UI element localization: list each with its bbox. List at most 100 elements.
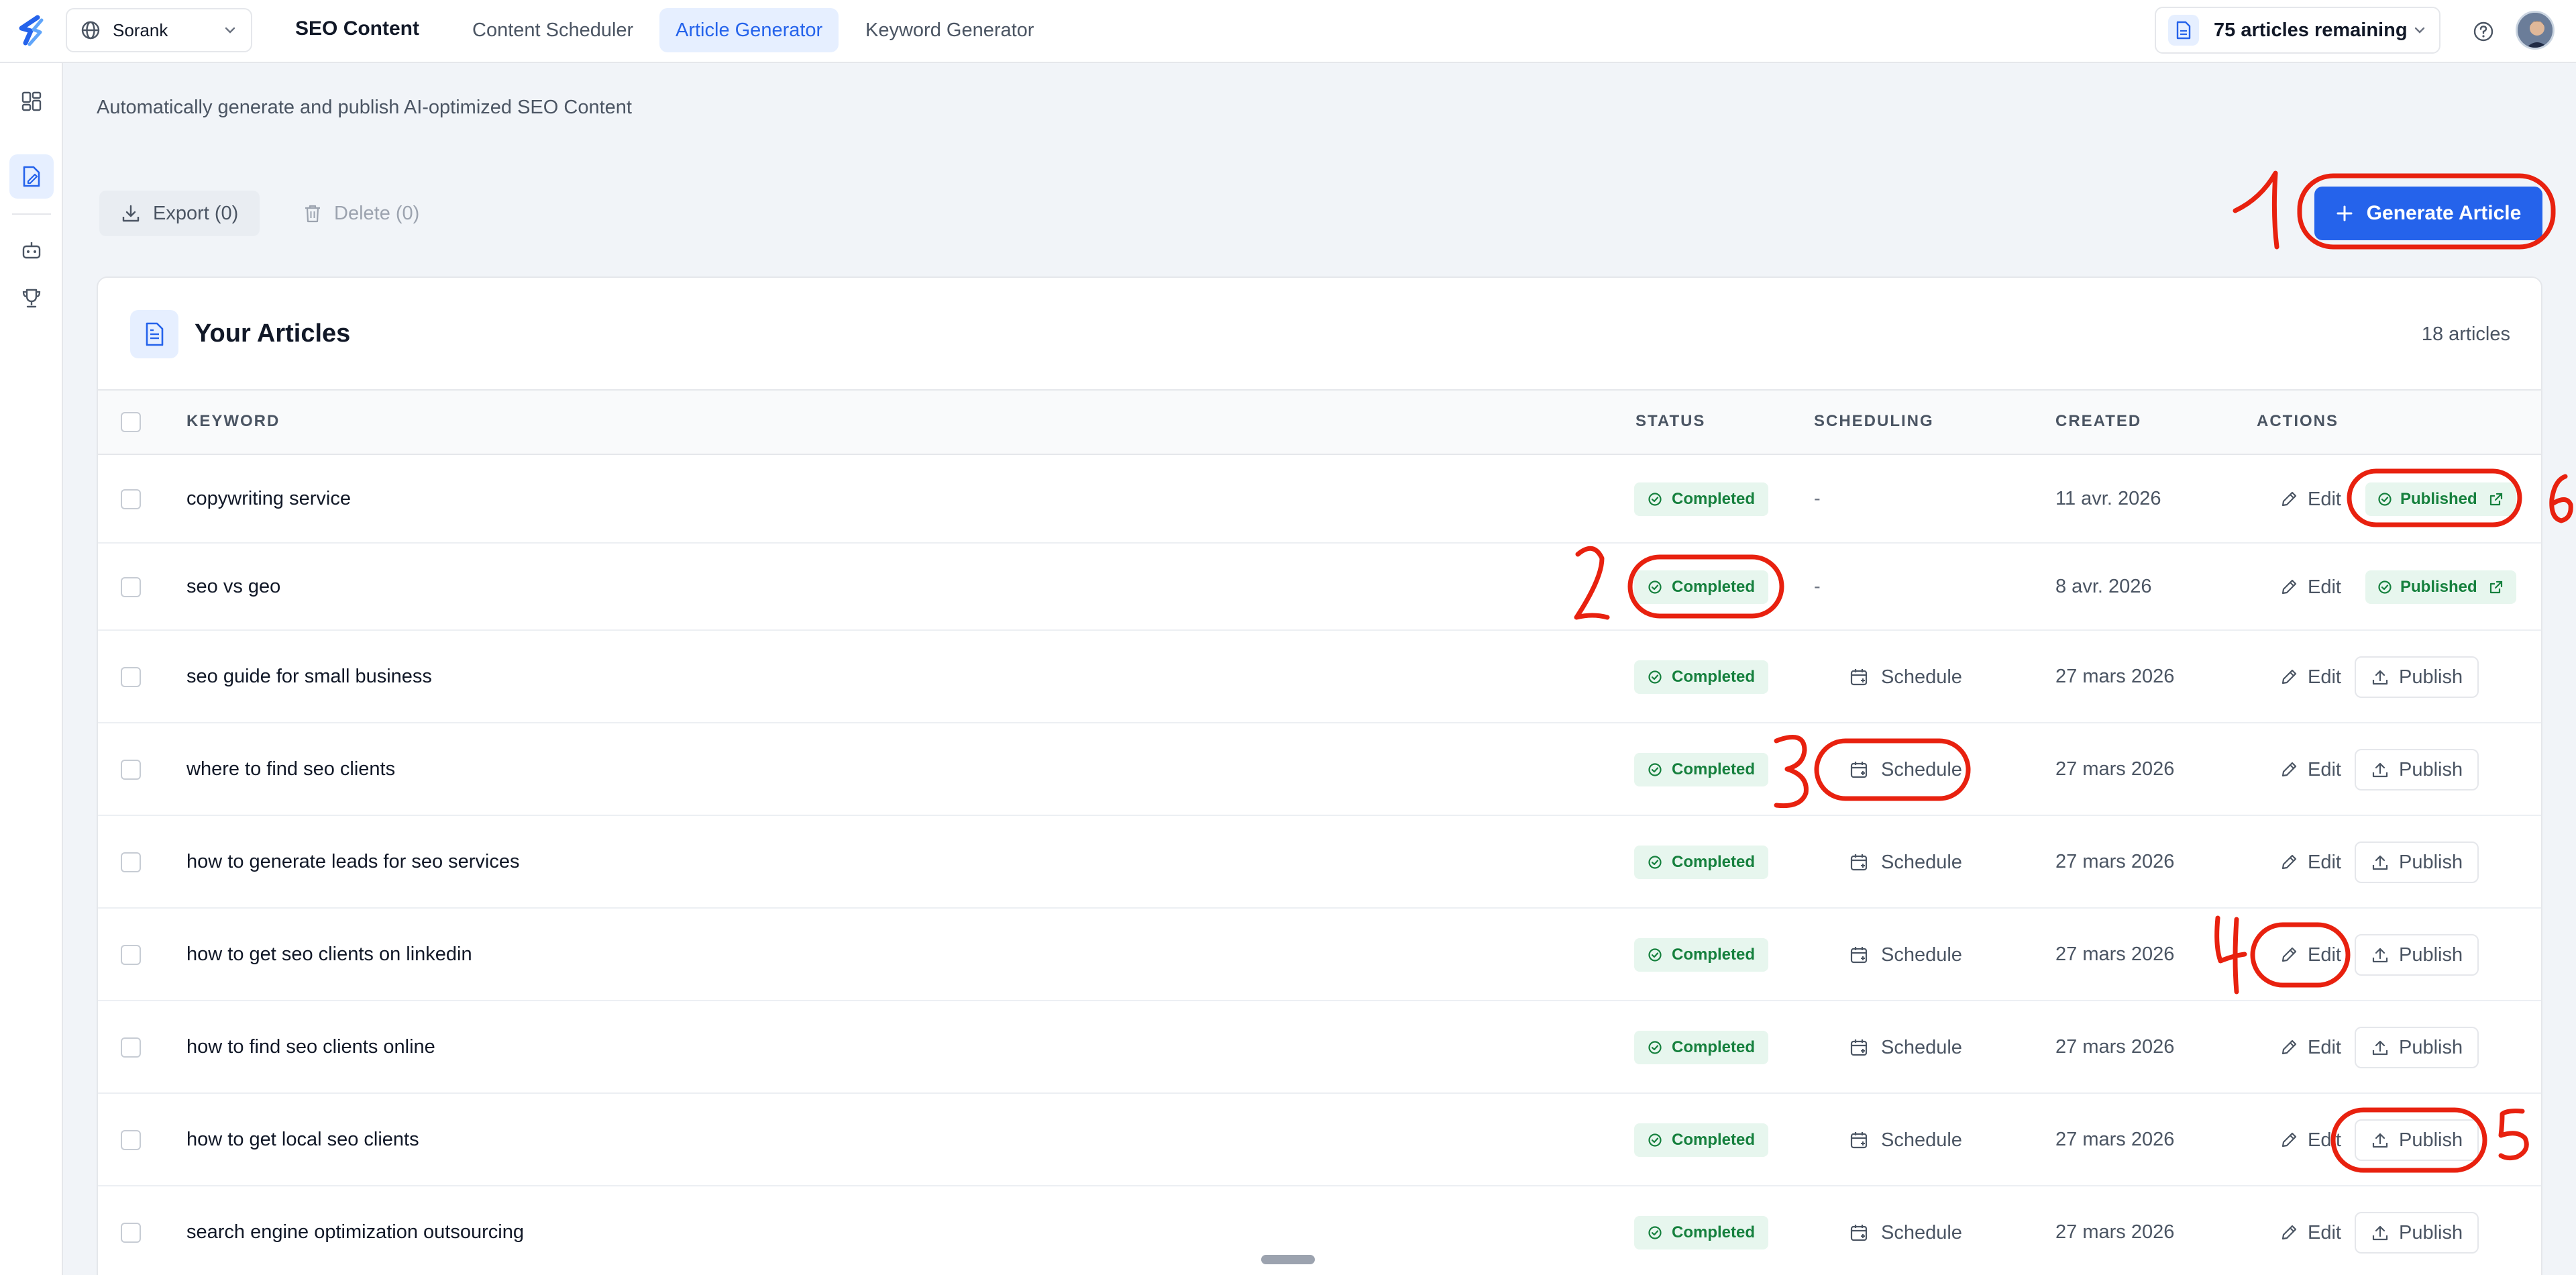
row-keyword[interactable]: how to generate leads for seo services	[186, 851, 520, 873]
edit-button[interactable]: Edit	[2269, 1120, 2352, 1160]
help-icon[interactable]	[2472, 20, 2495, 43]
rail-dashboard[interactable]	[9, 79, 54, 123]
row-checkbox[interactable]	[121, 1130, 141, 1150]
upload-icon	[2372, 1040, 2388, 1056]
calendar-icon	[1850, 854, 1868, 871]
publish-label: Publish	[2399, 1129, 2463, 1151]
select-all-checkbox[interactable]	[121, 412, 141, 432]
table-row[interactable]: search engine optimization outsourcing Co…	[98, 1186, 2541, 1275]
pencil-icon	[2282, 1225, 2297, 1240]
publish-button[interactable]: Publish	[2355, 934, 2479, 976]
credits-dropdown[interactable]: 75 articles remaining	[2155, 7, 2440, 54]
tab-content-scheduler[interactable]: Content Scheduler	[456, 8, 649, 52]
published-badge[interactable]: Published	[2365, 482, 2516, 516]
publish-button[interactable]: Publish	[2355, 749, 2479, 790]
row-checkbox[interactable]	[121, 577, 141, 597]
row-keyword[interactable]: seo guide for small business	[186, 666, 432, 688]
tab-article-generator[interactable]: Article Generator	[659, 8, 839, 52]
row-keyword[interactable]: how to get local seo clients	[186, 1129, 419, 1151]
delete-button[interactable]: Delete (0)	[282, 191, 441, 236]
schedule-label: Schedule	[1881, 1221, 1962, 1243]
status-badge: Completed	[1634, 1123, 1769, 1157]
edit-label: Edit	[2308, 1036, 2341, 1058]
rail-bots[interactable]	[9, 228, 54, 272]
schedule-button[interactable]: Schedule	[1835, 750, 1976, 790]
edit-label: Edit	[2308, 488, 2341, 510]
table-row[interactable]: how to get seo clients on linkedin Comple…	[98, 909, 2541, 1001]
status-badge: Completed	[1634, 938, 1769, 972]
calendar-icon	[1850, 669, 1868, 686]
edit-label: Edit	[2308, 944, 2341, 966]
table-row[interactable]: how to generate leads for seo services Co…	[98, 816, 2541, 909]
edit-label: Edit	[2308, 758, 2341, 780]
publish-button[interactable]: Publish	[2355, 1212, 2479, 1254]
site-selector[interactable]: Sorank	[66, 8, 252, 52]
publish-button[interactable]: Publish	[2355, 1027, 2479, 1068]
left-rail	[0, 63, 63, 1275]
schedule-button[interactable]: Schedule	[1835, 1120, 1976, 1160]
row-keyword[interactable]: seo vs geo	[186, 576, 280, 598]
row-keyword[interactable]: copywriting service	[186, 488, 351, 510]
pencil-icon	[2282, 947, 2297, 962]
row-checkbox[interactable]	[121, 945, 141, 965]
table-row[interactable]: how to get local seo clients Completed Sch…	[98, 1094, 2541, 1186]
schedule-button[interactable]: Schedule	[1835, 842, 1976, 882]
status-badge: Completed	[1634, 660, 1769, 694]
upload-icon	[2372, 762, 2388, 778]
publish-button[interactable]: Publish	[2355, 1119, 2479, 1161]
row-keyword[interactable]: how to get seo clients on linkedin	[186, 944, 472, 966]
row-keyword[interactable]: how to find seo clients online	[186, 1036, 435, 1058]
table-row[interactable]: copywriting service Completed - 11 avr. 202…	[98, 455, 2541, 544]
schedule-button[interactable]: Schedule	[1835, 935, 1976, 975]
status-label: Completed	[1672, 760, 1756, 778]
edit-label: Edit	[2308, 666, 2341, 688]
edit-button[interactable]: Edit	[2269, 479, 2352, 519]
external-link-icon[interactable]	[2488, 579, 2504, 595]
schedule-label: Schedule	[1881, 944, 1962, 966]
row-checkbox[interactable]	[121, 852, 141, 872]
generate-article-label: Generate Article	[2366, 202, 2522, 224]
row-checkbox[interactable]	[121, 760, 141, 780]
rail-rankings[interactable]	[9, 276, 54, 321]
edit-button[interactable]: Edit	[2269, 657, 2352, 697]
credits-label: 75 articles remaining	[2214, 19, 2408, 41]
export-button[interactable]: Export (0)	[99, 191, 260, 236]
check-circle-icon	[2378, 493, 2392, 506]
check-circle-icon	[1648, 670, 1662, 684]
edit-button[interactable]: Edit	[2269, 1027, 2352, 1068]
table-row[interactable]: where to find seo clients Completed Schedu…	[98, 723, 2541, 816]
schedule-button[interactable]: Schedule	[1835, 657, 1976, 697]
external-link-icon[interactable]	[2488, 491, 2504, 507]
edit-button[interactable]: Edit	[2269, 1213, 2352, 1253]
edit-button[interactable]: Edit	[2269, 842, 2352, 882]
sorank-logo-icon[interactable]	[15, 13, 50, 48]
avatar[interactable]	[2516, 11, 2555, 50]
edit-button[interactable]: Edit	[2269, 935, 2352, 975]
row-checkbox[interactable]	[121, 667, 141, 687]
rail-articles[interactable]	[9, 154, 54, 199]
edit-label: Edit	[2308, 1129, 2341, 1151]
edit-button[interactable]: Edit	[2269, 750, 2352, 790]
published-label: Published	[2400, 490, 2477, 508]
table-row[interactable]: seo vs geo Completed - 8 avr. 2026 Edit Publi…	[98, 544, 2541, 631]
row-keyword[interactable]: search engine optimization outsourcing	[186, 1221, 524, 1243]
publish-label: Publish	[2399, 851, 2463, 873]
publish-button[interactable]: Publish	[2355, 842, 2479, 883]
calendar-icon	[1850, 1039, 1868, 1056]
publish-button[interactable]: Publish	[2355, 656, 2479, 698]
tab-keyword-generator[interactable]: Keyword Generator	[849, 8, 1050, 52]
row-checkbox[interactable]	[121, 489, 141, 509]
row-checkbox[interactable]	[121, 1037, 141, 1058]
schedule-button[interactable]: Schedule	[1835, 1027, 1976, 1068]
published-badge[interactable]: Published	[2365, 570, 2516, 604]
table-row[interactable]: seo guide for small business Completed Sch…	[98, 631, 2541, 723]
publish-label: Publish	[2399, 758, 2463, 780]
schedule-button[interactable]: Schedule	[1835, 1213, 1976, 1253]
row-checkbox[interactable]	[121, 1223, 141, 1243]
row-keyword[interactable]: where to find seo clients	[186, 758, 395, 780]
edit-button[interactable]: Edit	[2269, 567, 2352, 607]
table-row[interactable]: how to find seo clients online Completed S…	[98, 1001, 2541, 1094]
scroll-handle[interactable]	[1261, 1255, 1315, 1264]
generate-article-button[interactable]: Generate Article	[2314, 187, 2542, 240]
status-label: Completed	[1672, 668, 1756, 686]
